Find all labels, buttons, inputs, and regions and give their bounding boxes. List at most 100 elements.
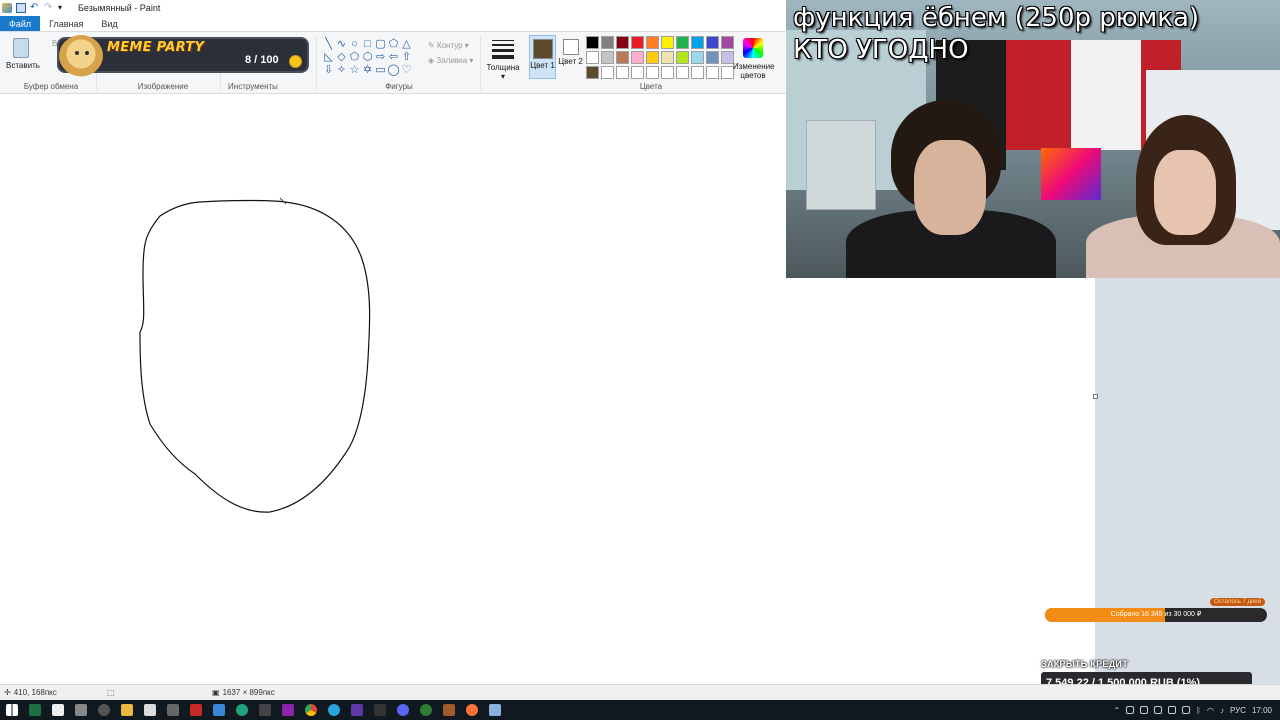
palette-swatch[interactable] [661, 51, 674, 64]
dev-icon[interactable] [259, 704, 271, 716]
media-icon[interactable] [190, 704, 202, 716]
tray-icon[interactable] [1168, 706, 1177, 714]
palette-swatch[interactable] [601, 66, 614, 79]
tray-icon[interactable] [1154, 706, 1163, 714]
right-arrow-shape-icon[interactable]: ⇨ [374, 51, 387, 64]
palette-swatch[interactable] [661, 36, 674, 49]
color1-button[interactable]: Цвет 1 [529, 35, 556, 79]
palette-swatch[interactable] [616, 66, 629, 79]
redo-icon[interactable]: ↷ [44, 3, 54, 13]
palette-swatch[interactable] [601, 51, 614, 64]
palette-swatch[interactable] [676, 51, 689, 64]
firefox-icon[interactable] [466, 704, 478, 716]
palette-swatch[interactable] [586, 51, 599, 64]
game-icon[interactable] [374, 704, 386, 716]
palette-swatch[interactable] [706, 36, 719, 49]
oval-shape-icon[interactable]: ○ [348, 38, 361, 51]
tool-icon[interactable] [443, 704, 455, 716]
palette-swatch[interactable] [646, 51, 659, 64]
rounded-rect-shape-icon[interactable]: ▢ [374, 38, 387, 51]
palette-swatch[interactable] [646, 66, 659, 79]
palette-swatch[interactable] [601, 36, 614, 49]
down-arrow-shape-icon[interactable]: ⇩ [322, 64, 335, 77]
palette-swatch[interactable] [631, 51, 644, 64]
bluetooth-icon[interactable]: ᛒ [1196, 706, 1201, 715]
canvas-resize-handle[interactable] [1093, 394, 1098, 399]
callout-rect-shape-icon[interactable]: ▭ [374, 64, 387, 77]
discord-icon[interactable] [397, 704, 409, 716]
star5-shape-icon[interactable]: ☆ [348, 64, 361, 77]
fill-button[interactable]: ◈ Заливка ▾ [428, 53, 473, 68]
tray-icon[interactable] [1182, 706, 1191, 714]
paint-taskbar-icon[interactable] [489, 704, 501, 716]
palette-swatch[interactable] [661, 66, 674, 79]
paste-button[interactable]: Вставить [6, 36, 40, 76]
outline-button[interactable]: ✎ Контур ▾ [428, 38, 473, 53]
green-app-icon[interactable] [420, 704, 432, 716]
palette-swatch[interactable] [646, 36, 659, 49]
palette-swatch[interactable] [706, 51, 719, 64]
telegram-icon[interactable] [328, 704, 340, 716]
palette-swatch[interactable] [691, 36, 704, 49]
palette-swatch[interactable] [676, 36, 689, 49]
folder-icon[interactable] [121, 704, 133, 716]
hexagon-shape-icon[interactable]: ⬡ [361, 51, 374, 64]
left-arrow-shape-icon[interactable]: ⇦ [387, 51, 400, 64]
tab-file[interactable]: Файл [0, 16, 41, 31]
triangle-shape-icon[interactable]: △ [400, 38, 413, 51]
palette-swatch[interactable] [616, 51, 629, 64]
undo-icon[interactable]: ↶ [30, 3, 40, 13]
up-arrow-shape-icon[interactable]: ⇧ [400, 51, 413, 64]
line-shape-icon[interactable]: ╲ [322, 38, 335, 51]
palette-swatch[interactable] [586, 66, 599, 79]
cursor-app-icon[interactable] [75, 704, 87, 716]
qat-dropdown-icon[interactable]: ▾ [58, 3, 68, 13]
tray-chevron-icon[interactable]: ⌃ [1113, 706, 1120, 715]
wifi-icon[interactable]: ◠ [1207, 706, 1214, 715]
chrome-icon[interactable] [305, 704, 317, 716]
palette-swatch[interactable] [616, 36, 629, 49]
heart-shape-icon[interactable]: ♡ [400, 64, 413, 77]
obs-icon[interactable] [351, 704, 363, 716]
edit-colors-button[interactable]: Изменение цветов [733, 36, 775, 80]
color2-button[interactable]: Цвет 2 [558, 35, 583, 79]
file-icon[interactable] [52, 704, 64, 716]
palette-swatch[interactable] [676, 66, 689, 79]
document-icon[interactable] [144, 704, 156, 716]
thickness-button[interactable]: Толщина ▾ [485, 38, 521, 81]
palette-swatch[interactable] [706, 66, 719, 79]
tray-icon[interactable] [1126, 706, 1135, 714]
windows-start-icon[interactable] [6, 704, 18, 716]
settings-icon[interactable] [98, 704, 110, 716]
diamond-shape-icon[interactable]: ◇ [335, 51, 348, 64]
pentagon-shape-icon[interactable]: ⬠ [348, 51, 361, 64]
polygon-shape-icon[interactable]: ⬠ [387, 38, 400, 51]
save-icon[interactable] [16, 3, 26, 13]
curve-shape-icon[interactable]: ∿ [335, 38, 348, 51]
streamer-2-face [1154, 150, 1216, 235]
tab-view[interactable]: Вид [92, 16, 126, 31]
star6-shape-icon[interactable]: ✡ [361, 64, 374, 77]
palette-swatch[interactable] [631, 66, 644, 79]
edge-icon[interactable] [236, 704, 248, 716]
callout-oval-shape-icon[interactable]: ◯ [387, 64, 400, 77]
volume-icon[interactable]: ♪ [1220, 706, 1224, 715]
language-indicator[interactable]: РУС [1230, 706, 1246, 715]
palette-swatch[interactable] [691, 51, 704, 64]
right-triangle-shape-icon[interactable]: ◺ [322, 51, 335, 64]
palette-swatch[interactable] [631, 36, 644, 49]
excel-icon[interactable] [29, 704, 41, 716]
star4-shape-icon[interactable]: ✧ [335, 64, 348, 77]
tray-icon[interactable] [1140, 706, 1149, 714]
clock[interactable]: 17:00 [1252, 706, 1272, 715]
color-palette[interactable] [586, 36, 734, 79]
shapes-gallery[interactable]: ╲ ∿ ○ □ ▢ ⬠ △ ◺ ◇ ⬠ ⬡ ⇨ ⇦ ⇧ ⇩ ✧ ☆ ✡ ▭ ◯ … [322, 38, 413, 77]
rectangle-shape-icon[interactable]: □ [361, 38, 374, 51]
pen-icon[interactable] [167, 704, 179, 716]
store-icon[interactable] [213, 704, 225, 716]
tab-home[interactable]: Главная [40, 16, 92, 31]
purple-app-icon[interactable] [282, 704, 294, 716]
palette-swatch[interactable] [586, 36, 599, 49]
palette-swatch[interactable] [691, 66, 704, 79]
ribbon-tabs: Файл Главная Вид [0, 16, 786, 31]
